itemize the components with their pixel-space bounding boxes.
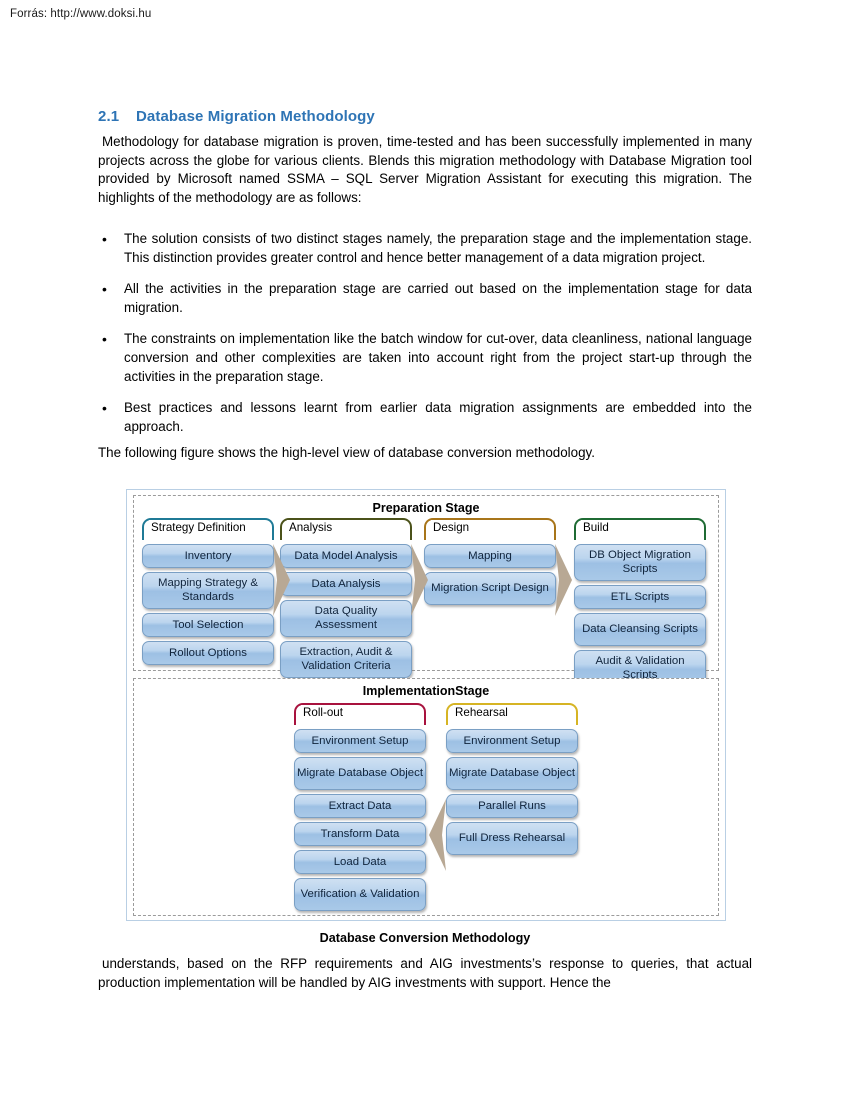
column-header: Strategy Definition	[142, 518, 274, 540]
diagram-column-roll-out: Roll-out Environment Setup Migrate Databas…	[294, 703, 426, 911]
column-header: Build	[574, 518, 706, 540]
list-item-text: All the activities in the preparation st…	[124, 281, 752, 315]
source-watermark: Forrás: http://www.doksi.hu	[10, 8, 152, 20]
column-header: Design	[424, 518, 556, 540]
diagram-column-rehearsal: Rehearsal Environment Setup Migrate Databa…	[446, 703, 578, 855]
diagram-column-build: Build DB Object Migration Scripts ETL Scri…	[574, 518, 706, 687]
diagram-node[interactable]: Full Dress Rehearsal	[446, 822, 578, 855]
bullet-icon: •	[102, 331, 107, 348]
column-label: Analysis	[287, 520, 336, 536]
list-item-text: The constraints on implementation like t…	[124, 331, 752, 384]
diagram-node[interactable]: Inventory	[142, 544, 274, 568]
diagram-node[interactable]: Data Analysis	[280, 572, 412, 596]
diagram-node[interactable]: Transform Data	[294, 822, 426, 846]
column-label: Rehearsal	[453, 705, 511, 721]
diagram-node[interactable]: Data Quality Assessment	[280, 600, 412, 637]
section-number: 2.1	[98, 108, 120, 125]
preparation-stage-panel: Preparation Stage Strategy Definition Inv…	[133, 495, 719, 687]
list-item: • The constraints on implementation like…	[98, 330, 752, 386]
implementation-stage-title: ImplementationStage	[362, 684, 490, 698]
bullet-list: • The solution consists of two distinct …	[98, 230, 752, 449]
methodology-diagram: Preparation Stage Strategy Definition Inv…	[126, 489, 726, 921]
column-label: Build	[581, 520, 612, 536]
diagram-node[interactable]: Parallel Runs	[446, 794, 578, 818]
bullet-icon: •	[102, 281, 107, 298]
column-label: Roll-out	[301, 705, 346, 721]
diagram-node[interactable]: Migration Script Design	[424, 572, 556, 605]
column-label: Design	[431, 520, 473, 536]
diagram-column-design: Design Mapping Migration Script Design	[424, 518, 556, 605]
intro-paragraph: Methodology for database migration is pr…	[98, 134, 752, 205]
column-header: Analysis	[280, 518, 412, 540]
flow-arrow-right-icon	[555, 544, 572, 616]
diagram-node[interactable]: Environment Setup	[446, 729, 578, 753]
column-label: Strategy Definition	[149, 520, 249, 536]
diagram-node[interactable]: Extract Data	[294, 794, 426, 818]
diagram-node[interactable]: Migrate Database Object	[294, 757, 426, 790]
bullet-icon: •	[102, 400, 107, 417]
figure-lead-in: The following figure shows the high-leve…	[98, 445, 595, 460]
diagram-node[interactable]: Data Cleansing Scripts	[574, 613, 706, 646]
diagram-node[interactable]: Extraction, Audit & Validation Criteria	[280, 641, 412, 678]
flow-arrow-right-icon	[273, 544, 290, 616]
figure-caption: Database Conversion Methodology	[319, 931, 531, 945]
list-item: • Best practices and lessons learnt from…	[98, 399, 752, 436]
flow-arrow-left-icon	[429, 799, 446, 871]
diagram-node[interactable]: Environment Setup	[294, 729, 426, 753]
diagram-node[interactable]: Verification & Validation	[294, 878, 426, 911]
preparation-stage-title: Preparation Stage	[372, 501, 480, 515]
list-item: • All the activities in the preparation …	[98, 280, 752, 317]
diagram-node[interactable]: Data Model Analysis	[280, 544, 412, 568]
diagram-node[interactable]: Mapping Strategy & Standards	[142, 572, 274, 609]
diagram-column-strategy-definition: Strategy Definition Inventory Mapping Stra…	[142, 518, 274, 665]
list-item-text: The solution consists of two distinct st…	[124, 231, 752, 265]
implementation-stage-panel: ImplementationStage Roll-out Environment …	[133, 678, 719, 916]
diagram-node[interactable]: Load Data	[294, 850, 426, 874]
tail-paragraph: understands, based on the RFP requiremen…	[98, 956, 752, 990]
diagram-node[interactable]: ETL Scripts	[574, 585, 706, 609]
diagram-node[interactable]: DB Object Migration Scripts	[574, 544, 706, 581]
list-item-text: Best practices and lessons learnt from e…	[124, 400, 752, 434]
flow-arrow-right-icon	[411, 544, 428, 616]
column-header: Roll-out	[294, 703, 426, 725]
diagram-node[interactable]: Mapping	[424, 544, 556, 568]
diagram-node[interactable]: Migrate Database Object	[446, 757, 578, 790]
section-title: Database Migration Methodology	[136, 108, 375, 125]
page-title: 2.1 Database Migration Methodology	[98, 108, 375, 125]
diagram-node[interactable]: Tool Selection	[142, 613, 274, 637]
column-header: Rehearsal	[446, 703, 578, 725]
diagram-node[interactable]: Rollout Options	[142, 641, 274, 665]
list-item: • The solution consists of two distinct …	[98, 230, 752, 267]
bullet-icon: •	[102, 231, 107, 247]
diagram-column-analysis: Analysis Data Model Analysis Data Analysis…	[280, 518, 412, 678]
